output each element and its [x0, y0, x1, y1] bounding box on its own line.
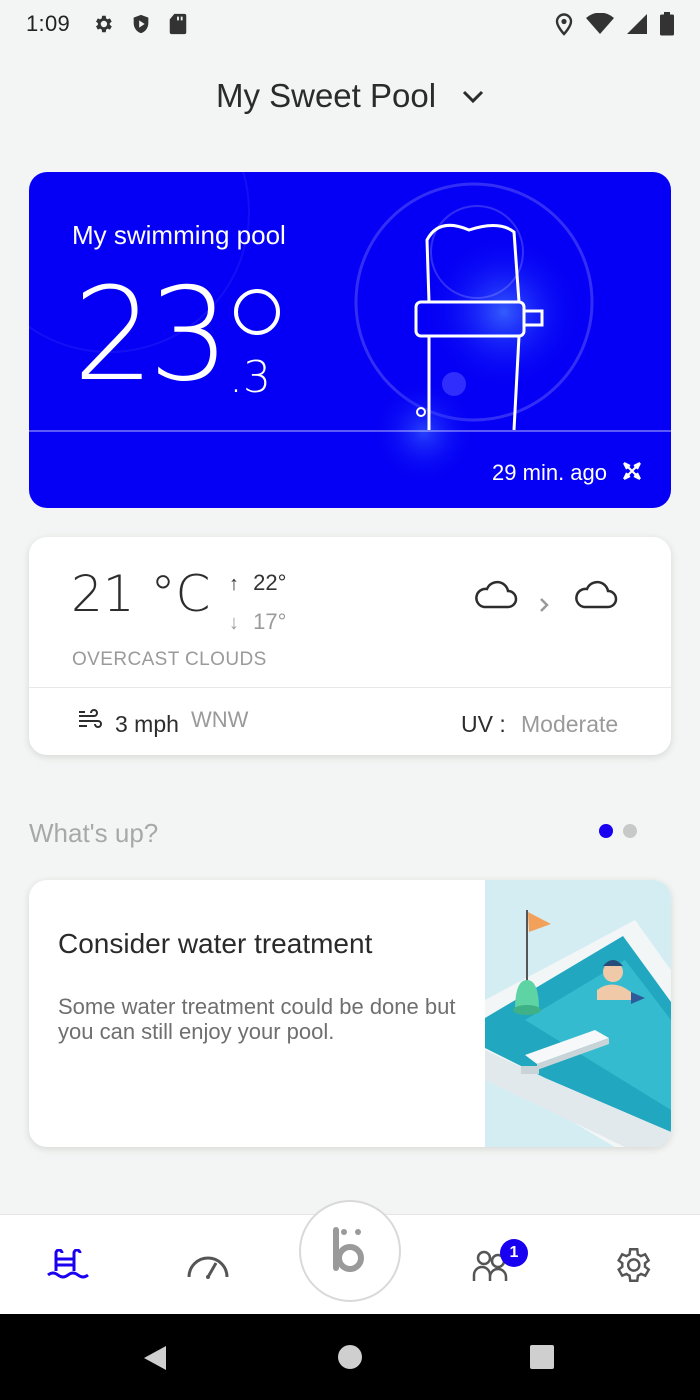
degree-symbol — [234, 289, 280, 335]
carousel-dot-active[interactable] — [599, 824, 613, 838]
brand-b-icon — [333, 1227, 364, 1272]
nav-friends[interactable]: 1 — [452, 1215, 532, 1315]
gear-icon — [617, 1248, 651, 1282]
sensor-connection-icon — [623, 462, 641, 480]
nav-gauge[interactable] — [168, 1215, 248, 1315]
signal-icon — [627, 14, 647, 34]
pool-card-divider — [29, 430, 671, 432]
nav-home-brand[interactable] — [299, 1200, 401, 1302]
uv-label: UV : — [461, 711, 506, 737]
status-time: 1:09 — [26, 11, 71, 36]
pool-name: My swimming pool — [72, 220, 286, 250]
weather-divider — [29, 687, 671, 688]
weather-card[interactable]: 21 °C ↑ 22° ↓ 17° OVERCAST CLOUDS 3 mph … — [29, 537, 671, 755]
cloud-icon — [575, 580, 618, 609]
arrow-down-icon: ↓ — [229, 612, 239, 634]
wind-speed: 3 mph — [115, 711, 179, 737]
pool-card[interactable]: My swimming pool 23 .3 29 min. ago — [29, 172, 671, 508]
tip-title: Consider water treatment — [58, 928, 373, 959]
home-icon[interactable] — [337, 1344, 363, 1370]
weather-high: ↑ 22° — [229, 570, 286, 596]
whats-up-title: What's up? — [29, 818, 159, 848]
pool-selector[interactable]: My Sweet Pool — [0, 70, 700, 122]
pool-illustration — [485, 880, 671, 1147]
shield-icon — [133, 14, 149, 34]
last-updated: 29 min. ago — [492, 460, 607, 485]
nav-settings[interactable] — [592, 1215, 672, 1315]
android-nav-bar — [0, 1314, 700, 1400]
pool-temperature: 23 — [73, 261, 230, 410]
carousel-dots[interactable] — [599, 824, 637, 838]
pool-selector-label: My Sweet Pool — [215, 77, 437, 114]
weather-low: ↓ 17° — [229, 609, 286, 635]
notification-badge: 1 — [500, 1239, 528, 1267]
location-icon — [555, 13, 573, 36]
weather-low-value: 17° — [253, 609, 287, 634]
gauge-icon — [187, 1256, 229, 1279]
gear-icon — [96, 15, 112, 33]
chevron-right-icon — [540, 598, 549, 612]
cloud-icon — [475, 580, 518, 609]
recents-icon[interactable] — [529, 1344, 555, 1370]
status-left-icons — [92, 13, 188, 35]
arrow-up-icon: ↑ — [229, 573, 239, 595]
battery-icon — [660, 12, 674, 36]
uv-value: Moderate — [521, 711, 619, 737]
chevron-down-icon — [462, 90, 484, 104]
wifi-icon — [586, 13, 614, 34]
pool-temperature-decimal: .3 — [229, 352, 271, 403]
pool-icon — [47, 1249, 89, 1279]
weather-temperature: 21 °C — [71, 565, 211, 623]
wind-direction: WNW — [191, 707, 249, 732]
tip-card[interactable]: Consider water treatment Some water trea… — [29, 880, 671, 1147]
sd-card-icon — [169, 13, 187, 35]
back-icon[interactable] — [142, 1344, 168, 1372]
bottom-nav: 1 — [0, 1200, 700, 1315]
carousel-dot[interactable] — [623, 824, 637, 838]
tip-body: Some water treatment could be done but y… — [58, 994, 456, 1044]
weather-high-value: 22° — [253, 570, 287, 595]
status-bar: 1:09 — [0, 0, 700, 48]
status-right-icons — [554, 12, 674, 36]
wind-icon — [79, 709, 102, 728]
weather-description: OVERCAST CLOUDS — [72, 649, 267, 670]
nav-pool[interactable] — [28, 1215, 108, 1315]
